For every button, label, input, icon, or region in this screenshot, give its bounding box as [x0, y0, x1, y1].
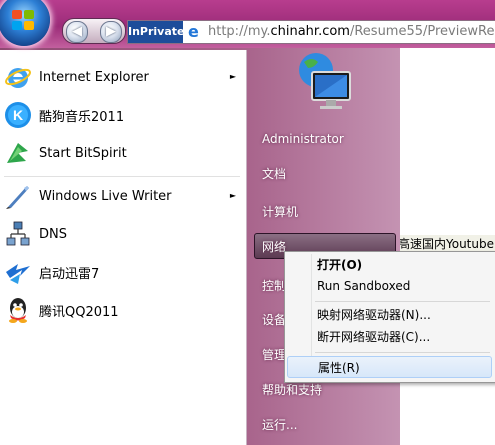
back-button[interactable]: ◀ [66, 21, 88, 43]
ie-page-icon: e [188, 22, 199, 41]
program-label: 腾讯QQ2011 [39, 304, 119, 320]
program-item-internet-explorer[interactable]: Internet Explorer ► [0, 59, 246, 95]
kugou-icon: K [4, 101, 32, 129]
submenu-arrow-icon: ► [229, 72, 236, 81]
ie-icon [4, 63, 32, 91]
svg-text:K: K [13, 107, 23, 123]
program-item-bitspirit[interactable]: Start BitSpirit [0, 135, 246, 171]
program-label: Windows Live Writer [39, 188, 172, 204]
forward-button[interactable]: ▶ [100, 21, 122, 43]
bitspirit-icon [4, 139, 32, 167]
program-label: Start BitSpirit [39, 145, 127, 161]
context-map-network-drive[interactable]: 映射网络驱动器(N)... [287, 304, 492, 326]
url-domain: chinahr.com [270, 24, 350, 39]
url-prefix: http://my. [208, 24, 271, 39]
user-picture-globe-icon[interactable] [292, 50, 356, 114]
places-item-administrator[interactable]: Administrator [247, 126, 397, 152]
program-item-dns[interactable]: DNS [0, 216, 246, 252]
context-separator [315, 301, 490, 302]
places-item-computer[interactable]: 计算机 [247, 199, 397, 225]
forward-arrow-icon: ▶ [106, 24, 116, 39]
program-item-thunder[interactable]: 启动迅雷7 [0, 254, 246, 290]
address-url[interactable]: http://my.chinahr.com/Resume55/PreviewRe… [208, 24, 495, 39]
address-bar[interactable]: InPrivate e http://my.chinahr.com/Resume… [127, 20, 495, 44]
program-item-kugou[interactable]: K 酷狗音乐2011 [0, 97, 246, 133]
inprivate-badge[interactable]: InPrivate [128, 21, 185, 43]
program-label: Internet Explorer [39, 69, 149, 85]
thunder-icon [4, 258, 32, 286]
places-item-run[interactable]: 运行... [247, 412, 397, 438]
places-item-documents[interactable]: 文档 [247, 161, 397, 187]
context-run-sandboxed[interactable]: Run Sandboxed [287, 275, 492, 297]
url-suffix: /Resume55/PreviewResume [349, 24, 495, 39]
program-item-live-writer[interactable]: Windows Live Writer ► [0, 178, 246, 214]
dns-icon [4, 220, 32, 248]
program-item-qq[interactable]: 腾讯QQ2011 [0, 292, 246, 328]
windows-logo-icon [12, 10, 36, 32]
network-context-menu: 打开(O) Run Sandboxed 映射网络驱动器(N)... 断开网络驱动… [284, 251, 495, 383]
live-writer-icon [4, 182, 32, 210]
navigation-buttons: ◀ ▶ [62, 18, 126, 44]
context-open[interactable]: 打开(O) [287, 254, 492, 276]
context-separator [315, 352, 490, 353]
program-label: 酷狗音乐2011 [39, 109, 125, 125]
program-label: DNS [39, 226, 67, 242]
programs-pane: Internet Explorer ► K 酷狗音乐2011 Start Bit… [0, 50, 247, 445]
context-disconnect-network-drive[interactable]: 断开网络驱动器(C)... [287, 326, 492, 348]
submenu-arrow-icon: ► [229, 191, 236, 200]
program-label: 启动迅雷7 [39, 266, 100, 282]
back-arrow-icon: ◀ [72, 24, 82, 39]
qq-icon [4, 296, 32, 324]
context-properties[interactable]: 属性(R) [287, 356, 492, 378]
separator [4, 176, 240, 177]
